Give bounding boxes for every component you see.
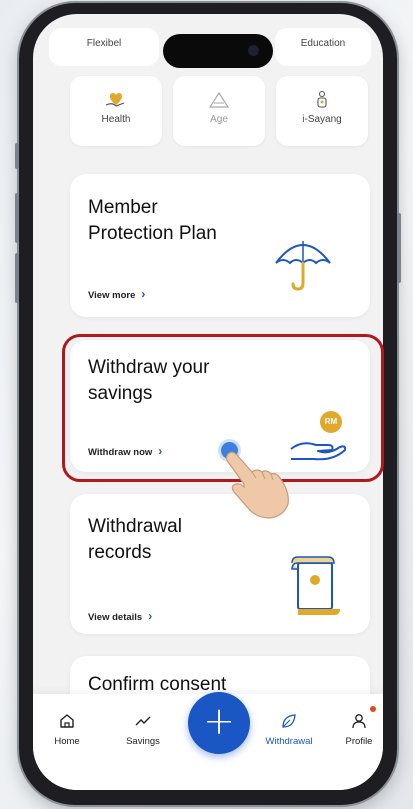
- add-button[interactable]: +: [188, 692, 250, 754]
- leaf-icon: [282, 714, 296, 728]
- family-icon: [317, 90, 327, 108]
- category-health[interactable]: Health: [70, 76, 162, 146]
- tab-savings-label: Savings: [126, 736, 160, 747]
- card-title: Member Protection Plan: [88, 195, 217, 247]
- category-age[interactable]: Age: [173, 76, 265, 146]
- tab-education[interactable]: Education: [275, 28, 371, 66]
- dynamic-island: [163, 34, 273, 68]
- tab-home-label: Home: [54, 736, 80, 747]
- tab-profile[interactable]: Profile: [329, 706, 383, 747]
- tab-education-label: Education: [300, 38, 346, 49]
- scroll-document-icon: [291, 556, 340, 615]
- volume-down-button: [15, 253, 19, 303]
- heart-hand-icon: [105, 93, 125, 107]
- tab-profile-label: Profile: [345, 736, 373, 747]
- category-i-sayang[interactable]: i-Sayang: [276, 76, 368, 146]
- member-protection-plan-card[interactable]: Member Protection Plan View more ›: [70, 174, 370, 317]
- view-details-label: View details: [88, 612, 143, 623]
- withdrawal-records-card[interactable]: Withdrawal records View details ›: [70, 494, 370, 634]
- category-health-label: Health: [101, 114, 131, 125]
- card-title-line-1: Member: [88, 197, 158, 218]
- tab-withdrawal-label: Withdrawal: [265, 736, 313, 747]
- chevron-right-icon: ›: [148, 609, 153, 623]
- bottom-tab-bar: Home Savings + Withdrawal Profile: [33, 692, 383, 790]
- mute-switch: [15, 143, 19, 169]
- tab-flexibel[interactable]: Flexibel: [49, 28, 159, 66]
- category-age-label: Age: [210, 114, 228, 125]
- category-i-sayang-label: i-Sayang: [302, 114, 342, 125]
- tab-savings[interactable]: Savings: [113, 712, 173, 747]
- highlight-frame: [62, 334, 384, 482]
- card-title-line-1: Withdrawal: [88, 516, 182, 537]
- trend-icon: [135, 716, 151, 726]
- card-title-line-2: Protection Plan: [88, 223, 217, 244]
- power-button: [397, 213, 401, 283]
- tab-home[interactable]: Home: [37, 712, 97, 747]
- notification-badge: [370, 706, 376, 712]
- umbrella-icon: [275, 241, 331, 291]
- home-icon: [60, 714, 74, 728]
- age-triangle-icon: [208, 91, 230, 108]
- volume-up-button: [15, 193, 19, 243]
- tab-withdrawal[interactable]: Withdrawal: [259, 712, 319, 747]
- view-more-label: View more: [88, 290, 136, 301]
- plus-icon: +: [203, 699, 235, 743]
- chevron-right-icon: ›: [141, 287, 146, 301]
- camera-icon: [248, 45, 259, 56]
- card-title: Withdrawal records: [88, 514, 182, 566]
- person-icon: [352, 714, 366, 729]
- view-details-link[interactable]: View details ›: [88, 609, 152, 623]
- card-title-line-2: records: [88, 542, 152, 563]
- pointing-hand-icon: [225, 451, 289, 519]
- view-more-link[interactable]: View more ›: [88, 287, 145, 301]
- tab-flexibel-label: Flexibel: [86, 38, 122, 49]
